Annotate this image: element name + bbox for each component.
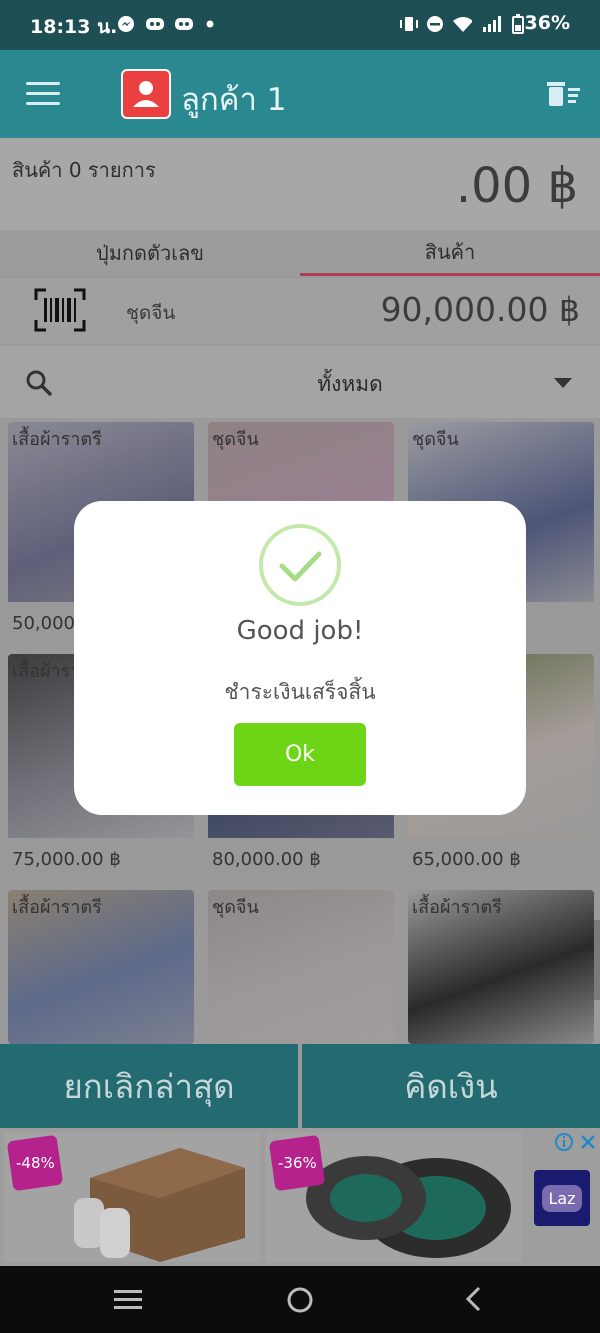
ad-close-icon[interactable]	[578, 1132, 598, 1152]
category-select[interactable]: ทั้งหมด	[0, 368, 600, 401]
product-price: 80,000.00 ฿	[212, 849, 321, 870]
home-icon[interactable]	[286, 1286, 314, 1314]
success-check-icon	[258, 523, 342, 607]
menu-icon[interactable]	[26, 82, 60, 108]
checkout-button[interactable]: คิดเงิน	[302, 1044, 600, 1128]
tab-products[interactable]: สินค้า	[300, 230, 600, 276]
customer-name[interactable]: ลูกค้า 1	[181, 74, 287, 124]
product-price: 65,000.00 ฿	[412, 849, 521, 870]
product-card[interactable]: เสื้อผ้าราตรี	[408, 890, 594, 1044]
item-count: สินค้า 0 รายการ	[12, 158, 156, 182]
messenger-icon	[116, 14, 136, 34]
product-category: เสื้อผ้าราตรี	[12, 897, 102, 918]
discord-icon	[145, 14, 165, 34]
product-category: ชุดจีน	[212, 429, 259, 450]
product-card[interactable]: เสื้อผ้าราตรี	[8, 890, 194, 1044]
selected-product-name: ชุดจีน	[126, 302, 176, 324]
product-category: เสื้อผ้าราตรี	[412, 897, 502, 918]
wifi-icon	[452, 14, 472, 34]
ad-info-icon[interactable]	[554, 1132, 574, 1152]
ad-item[interactable]: -48%	[4, 1132, 260, 1262]
ad-banner[interactable]: -48% -36% Laz	[0, 1128, 600, 1266]
tab-numpad[interactable]: ปุ่มกดตัวเลข	[0, 230, 300, 276]
lazada-logo-text: Laz	[542, 1184, 582, 1212]
vibrate-icon	[398, 14, 418, 34]
status-time: 18:13 น.	[30, 16, 118, 38]
product-price: 75,000.00 ฿	[12, 849, 121, 870]
dialog-title: Good job!	[236, 616, 364, 646]
app-bar	[0, 50, 600, 138]
ad-item[interactable]: -36%	[266, 1132, 522, 1262]
notification-dot-icon	[200, 14, 220, 34]
recent-apps-icon[interactable]	[114, 1288, 142, 1310]
ad-product-image	[74, 1148, 245, 1262]
discount-badge-text: -36%	[278, 1154, 317, 1172]
product-card[interactable]: ชุดจีน	[208, 890, 394, 1044]
lazada-logo[interactable]: Laz	[534, 1170, 590, 1226]
product-category: เสื้อผ้าราตรี	[12, 429, 102, 450]
discord-icon	[174, 14, 194, 34]
barcode-scan-icon[interactable]	[34, 288, 86, 332]
customer-avatar-icon[interactable]	[121, 69, 171, 119]
ok-button[interactable]: Ok	[234, 723, 366, 786]
chevron-down-icon[interactable]	[554, 378, 572, 388]
back-icon[interactable]	[464, 1286, 484, 1312]
system-navigation-bar	[0, 1266, 600, 1333]
scrollbar-thumb[interactable]	[594, 920, 600, 1000]
status-bar: 18:13 น. 36%	[0, 0, 600, 50]
cart-summary: สินค้า 0 รายการ .00 ฿	[0, 138, 600, 230]
cart-total: .00 ฿	[455, 158, 578, 214]
do-not-disturb-icon	[425, 14, 445, 34]
dialog-message: ชำระเงินเสร็จสิ้น	[224, 680, 376, 704]
clear-cart-icon[interactable]	[544, 78, 582, 110]
battery-percentage: 36%	[524, 12, 570, 34]
tab-bar: ปุ่มกดตัวเลข สินค้า	[0, 230, 600, 276]
selected-product-price: 90,000.00 ฿	[380, 290, 580, 329]
cancel-last-button[interactable]: ยกเลิกล่าสุด	[0, 1044, 298, 1128]
signal-icon	[482, 14, 502, 34]
product-category: ชุดจีน	[412, 429, 459, 450]
discount-badge-text: -48%	[16, 1154, 55, 1172]
product-category: ชุดจีน	[212, 897, 259, 918]
